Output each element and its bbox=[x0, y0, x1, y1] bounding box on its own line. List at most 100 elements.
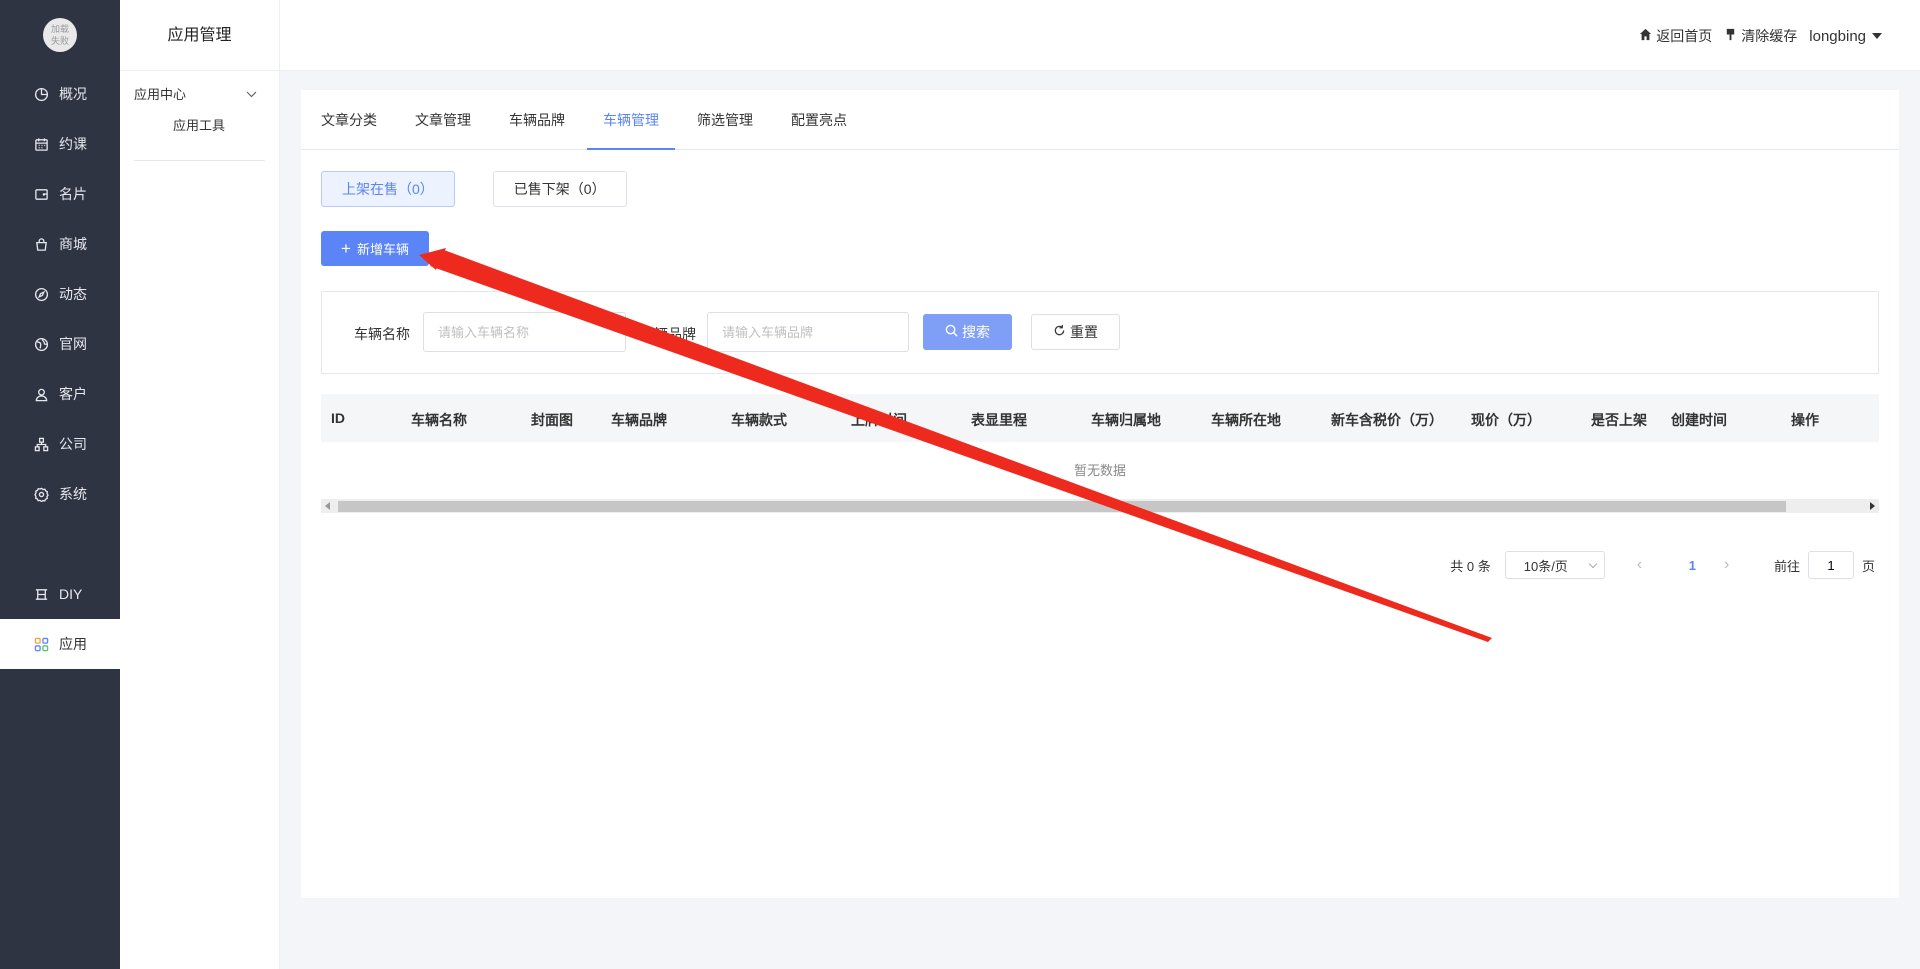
goto-page: 前往 页 bbox=[1774, 551, 1875, 579]
tab-article-category[interactable]: 文章分类 bbox=[305, 90, 393, 149]
prev-page-icon[interactable]: ‹ bbox=[1637, 556, 1649, 574]
sold-button[interactable]: 已售下架（0） bbox=[492, 171, 627, 207]
plus-icon: + bbox=[341, 239, 351, 258]
next-page-icon[interactable]: › bbox=[1724, 556, 1736, 574]
nav-item-system[interactable]: 系统 bbox=[0, 469, 120, 519]
logo: 加载 失败 bbox=[43, 18, 77, 52]
column-header: 创建时间 bbox=[1671, 412, 1727, 428]
calendar-icon bbox=[33, 136, 49, 152]
nav-item-feed[interactable]: 动态 bbox=[0, 269, 120, 319]
apps-icon bbox=[33, 636, 49, 652]
nav-item-overview[interactable]: 概况 bbox=[0, 69, 120, 119]
column-header: 车辆归属地 bbox=[1091, 412, 1161, 428]
refresh-icon bbox=[1053, 324, 1070, 340]
vehicle-name-label: 车辆名称 bbox=[354, 326, 410, 342]
add-vehicle-label: 新增车辆 bbox=[356, 242, 409, 257]
tab-filter-management[interactable]: 筛选管理 bbox=[681, 90, 769, 149]
brush-icon bbox=[1724, 28, 1741, 44]
top-header: 返回首页 清除缓存 longbing bbox=[280, 0, 1920, 71]
nav-item-diy[interactable]: DIY bbox=[0, 569, 120, 619]
caret-down-icon bbox=[1872, 33, 1882, 39]
on-sale-button[interactable]: 上架在售（0） bbox=[321, 171, 455, 207]
nav-item-website[interactable]: 官网 bbox=[0, 319, 120, 369]
sub-group-app-center[interactable]: 应用中心 bbox=[120, 72, 279, 114]
column-header: 操作 bbox=[1791, 412, 1819, 428]
reset-button[interactable]: 重置 bbox=[1031, 314, 1120, 350]
main-card: 文章分类 文章管理 车辆品牌 车辆管理 筛选管理 配置亮点 上架在售（0） 已售… bbox=[301, 90, 1899, 898]
column-header: 车辆款式 bbox=[731, 412, 787, 428]
home-link-label: 返回首页 bbox=[1656, 28, 1713, 44]
add-vehicle-button[interactable]: + 新增车辆 bbox=[321, 231, 429, 266]
tab-vehicle-management[interactable]: 车辆管理 bbox=[587, 90, 675, 150]
nav-item-booking[interactable]: 约课 bbox=[0, 119, 120, 169]
subpanel-title: 应用管理 bbox=[120, 0, 279, 71]
status-filter: 上架在售（0） 已售下架（0） bbox=[321, 171, 665, 207]
tab-vehicle-brand[interactable]: 车辆品牌 bbox=[493, 90, 581, 149]
page-size-value: 10条/页 bbox=[1523, 558, 1568, 574]
header-actions: 返回首页 清除缓存 longbing bbox=[1627, 26, 1882, 46]
sub-sidebar: 应用管理 应用中心 应用工具 bbox=[120, 0, 280, 969]
nav-label: 客户 bbox=[59, 386, 87, 402]
pagination: 共 0 条 10条/页 ‹ 1 › 前往 页 bbox=[1450, 551, 1875, 579]
compass-icon bbox=[33, 286, 49, 302]
nav-label: DIY bbox=[59, 586, 83, 602]
search-button-label: 搜索 bbox=[962, 324, 990, 340]
scroll-left-icon[interactable] bbox=[325, 502, 330, 510]
nav-label: 应用 bbox=[59, 636, 87, 652]
card-icon bbox=[33, 186, 49, 202]
nav-label: 官网 bbox=[59, 336, 87, 352]
horizontal-scrollbar[interactable] bbox=[321, 499, 1879, 513]
nav-item-apps[interactable]: 应用 bbox=[0, 619, 120, 669]
column-header: 是否上架 bbox=[1591, 412, 1647, 428]
column-header: 车辆名称 bbox=[411, 412, 467, 428]
tab-article-management[interactable]: 文章管理 bbox=[399, 90, 487, 149]
sub-item-app-tools[interactable]: 应用工具 bbox=[120, 114, 279, 146]
column-header: 新车含税价（万） bbox=[1331, 412, 1443, 428]
nav-label: 约课 bbox=[59, 136, 87, 152]
scrollbar-thumb[interactable] bbox=[338, 501, 1786, 512]
page-size-select[interactable]: 10条/页 bbox=[1504, 551, 1605, 579]
home-icon bbox=[1639, 28, 1656, 44]
search-icon bbox=[945, 324, 962, 340]
user-menu[interactable]: longbing bbox=[1809, 28, 1882, 45]
nav-item-shop[interactable]: 商城 bbox=[0, 219, 120, 269]
main-sidebar: 加载 失败 概况 约课 名片 商城 动态 官网 客户 公司 系统 DIY 应用 bbox=[0, 0, 120, 969]
home-link[interactable]: 返回首页 bbox=[1639, 26, 1712, 46]
clear-cache-label: 清除缓存 bbox=[1741, 28, 1798, 44]
page-number[interactable]: 1 bbox=[1689, 558, 1696, 573]
column-header: 车辆品牌 bbox=[611, 412, 667, 428]
goto-label: 前往 bbox=[1773, 558, 1800, 574]
page-suffix: 页 bbox=[1861, 558, 1875, 574]
vehicle-brand-input[interactable] bbox=[707, 312, 909, 352]
goto-page-input[interactable] bbox=[1807, 551, 1854, 579]
nav-label: 系统 bbox=[59, 486, 87, 502]
column-header: ID bbox=[331, 410, 345, 426]
chevron-down-icon bbox=[246, 86, 257, 101]
column-header: 上牌时间 bbox=[851, 412, 907, 428]
vehicle-name-input[interactable] bbox=[423, 312, 626, 352]
username: longbing bbox=[1809, 27, 1866, 45]
org-chart-icon bbox=[33, 436, 49, 452]
column-header: 现价（万） bbox=[1471, 412, 1541, 428]
column-header: 表显里程 bbox=[971, 412, 1027, 428]
nav-label: 动态 bbox=[59, 286, 87, 302]
chevron-down-icon bbox=[1588, 559, 1597, 568]
logo-text-2: 失败 bbox=[50, 36, 69, 46]
scroll-right-icon[interactable] bbox=[1870, 502, 1875, 510]
search-form: 车辆名称 车辆品牌 搜索 重置 bbox=[321, 291, 1879, 374]
search-button[interactable]: 搜索 bbox=[923, 314, 1012, 350]
nav-item-customer[interactable]: 客户 bbox=[0, 369, 120, 419]
column-header: 车辆所在地 bbox=[1211, 412, 1281, 428]
nav-item-card[interactable]: 名片 bbox=[0, 169, 120, 219]
globe-icon bbox=[33, 336, 49, 352]
tab-highlight-config[interactable]: 配置亮点 bbox=[775, 90, 863, 149]
shopping-bag-icon bbox=[33, 236, 49, 252]
nav-item-company[interactable]: 公司 bbox=[0, 419, 120, 469]
user-icon bbox=[33, 386, 49, 402]
nav-label: 公司 bbox=[59, 436, 87, 452]
nav-label: 商城 bbox=[59, 236, 87, 252]
nav-label: 名片 bbox=[59, 186, 87, 202]
clear-cache-link[interactable]: 清除缓存 bbox=[1724, 26, 1797, 46]
total-count: 共 0 条 bbox=[1450, 558, 1491, 574]
sub-group-label: 应用中心 bbox=[134, 86, 187, 102]
